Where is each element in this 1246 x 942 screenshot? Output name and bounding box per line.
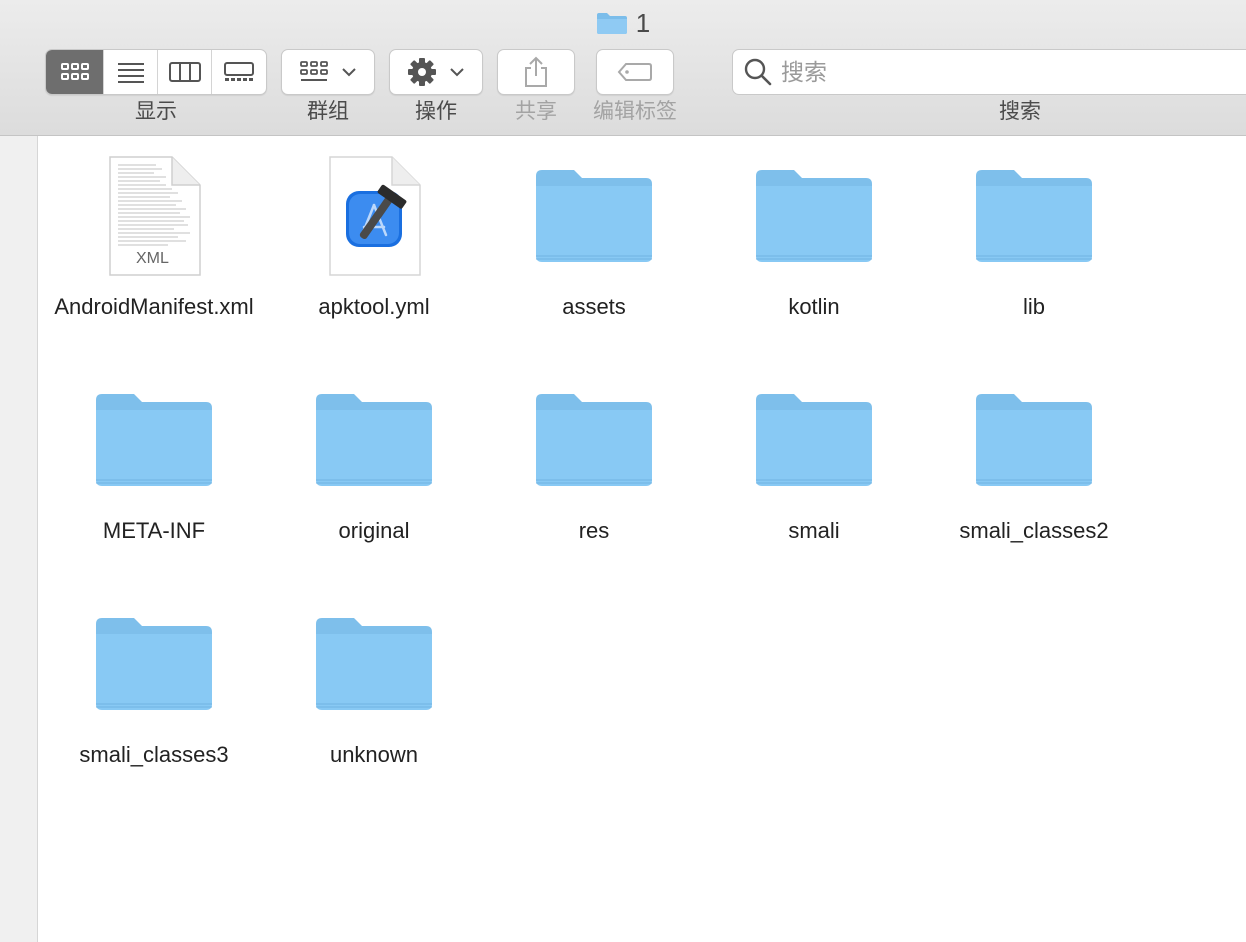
xcode-document-icon	[329, 155, 421, 276]
edit-tags-button-inner[interactable]	[597, 50, 673, 94]
folder-icon	[596, 13, 627, 34]
folder-item[interactable]: res	[484, 372, 704, 592]
folder-item[interactable]: original	[264, 372, 484, 592]
window-title-bar: 1	[0, 8, 1246, 38]
folder-icon	[976, 393, 1092, 486]
xml-badge: XML	[136, 250, 169, 267]
folder-item[interactable]: kotlin	[704, 148, 924, 368]
folder-icon	[96, 393, 212, 486]
chevron-down-icon	[342, 68, 356, 77]
window-title: 1	[635, 7, 651, 38]
folder-item[interactable]: smali_classes2	[924, 372, 1144, 592]
search-label: 搜索	[999, 100, 1041, 123]
action-dropdown-inner[interactable]	[390, 50, 482, 94]
folder-item[interactable]: unknown	[264, 596, 484, 816]
folder-name: unknown	[329, 742, 419, 767]
folder-icon	[536, 393, 652, 486]
folder-name: META-INF	[102, 518, 206, 543]
folder-item[interactable]: META-INF	[44, 372, 264, 592]
action-label: 操作	[415, 100, 457, 123]
group-label: 群组	[307, 100, 349, 123]
group-dropdown-inner[interactable]	[282, 50, 374, 94]
gallery-view-button[interactable]	[212, 50, 266, 94]
list-icon	[117, 63, 144, 83]
view-mode-control[interactable]	[45, 49, 267, 95]
share-label: 共享	[515, 100, 557, 123]
group-dropdown-button[interactable]	[281, 49, 375, 95]
folder-name: smali	[788, 518, 840, 543]
folder-name: res	[578, 518, 610, 543]
file-name: apktool.yml	[318, 294, 430, 319]
sidebar	[0, 136, 38, 942]
action-dropdown-button[interactable]	[389, 49, 483, 95]
folder-item[interactable]: smali	[704, 372, 924, 592]
column-view-button[interactable]	[158, 50, 212, 94]
folder-icon	[756, 393, 872, 486]
gallery-icon	[224, 62, 254, 81]
list-view-button[interactable]	[104, 50, 158, 94]
folder-item[interactable]: smali_classes3	[44, 596, 264, 816]
folder-item[interactable]: assets	[484, 148, 704, 368]
finder-window: 1 显示 群组 操作 共享 编辑标签 搜索 搜索 AndroidManifest…	[0, 0, 1246, 942]
chevron-down-icon	[450, 68, 464, 77]
tag-icon	[617, 63, 652, 81]
search-input[interactable]	[779, 51, 1223, 93]
folder-icon	[756, 169, 872, 262]
file-item[interactable]: apktool.yml	[264, 148, 484, 368]
folder-item[interactable]: lib	[924, 148, 1144, 368]
view-label: 显示	[135, 100, 177, 123]
edit-tags-label: 编辑标签	[593, 100, 677, 123]
search-field[interactable]	[732, 49, 1246, 95]
folder-icon	[976, 169, 1092, 262]
folder-icon	[316, 617, 432, 710]
icon-grid-icon	[60, 63, 89, 80]
share-icon	[525, 56, 547, 87]
folder-icon	[96, 617, 212, 710]
folder-name: smali_classes2	[959, 518, 1109, 543]
folder-name: original	[338, 518, 410, 543]
group-grid-icon	[300, 61, 328, 81]
share-button[interactable]	[497, 49, 575, 95]
folder-icon	[316, 393, 432, 486]
folder-name: kotlin	[788, 294, 840, 319]
share-button-inner[interactable]	[498, 50, 574, 94]
search-icon	[744, 58, 772, 86]
columns-icon	[168, 62, 201, 82]
folder-icon	[536, 169, 652, 262]
file-name: AndroidManifest.xml	[54, 294, 254, 319]
gear-icon	[408, 58, 436, 86]
toolbar: 1 显示 群组 操作 共享 编辑标签 搜索 搜索	[0, 0, 1246, 136]
folder-name: smali_classes3	[79, 742, 229, 767]
folder-name: assets	[562, 294, 626, 319]
icon-view-button[interactable]	[46, 50, 104, 94]
folder-name: lib	[1022, 294, 1045, 319]
edit-tags-button[interactable]	[596, 49, 674, 95]
